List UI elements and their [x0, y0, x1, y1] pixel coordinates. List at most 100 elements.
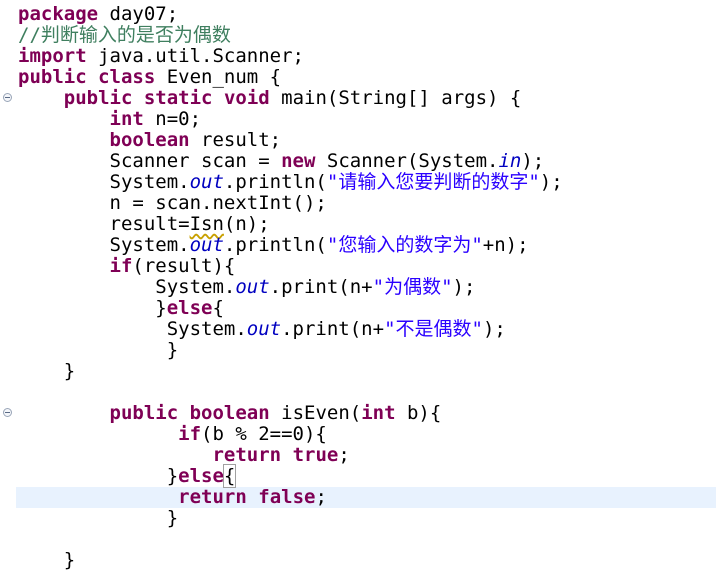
keyword: false — [258, 486, 316, 508]
code-text: +n); — [482, 234, 529, 256]
keyword: public — [109, 402, 179, 424]
code-text: main(String[] args) { — [269, 87, 522, 109]
keyword: return — [178, 486, 247, 508]
code-text: (n); — [223, 213, 270, 235]
keyword: true — [292, 444, 339, 466]
code-line[interactable]: System.out.println("请输入您要判断的数字"); — [18, 172, 563, 193]
code-line[interactable]: } — [18, 361, 75, 382]
code-line[interactable]: import java.util.Scanner; — [18, 46, 304, 67]
code-line[interactable]: Scanner scan = new Scanner(System.in); — [18, 150, 545, 172]
static-field: out — [189, 234, 224, 256]
keyword: new — [281, 150, 316, 172]
code-line[interactable]: boolean result; — [18, 129, 282, 151]
code-line[interactable]: } — [18, 340, 178, 361]
error-token: Isn — [189, 213, 224, 235]
code-text: .println( — [223, 171, 327, 193]
code-line[interactable]: //判断输入的是否为偶数 — [18, 25, 231, 46]
keyword: boolean — [109, 129, 190, 151]
code-text: ); — [452, 276, 476, 298]
code-text: { — [212, 297, 224, 319]
string-literal: "不是偶数" — [384, 318, 483, 340]
code-text: .print(n+ — [269, 276, 373, 298]
keyword: import — [18, 45, 87, 67]
code-line[interactable]: public boolean isEven(int b){ — [18, 402, 442, 424]
code-line[interactable]: int n=0; — [18, 108, 202, 130]
keyword: public — [18, 66, 87, 88]
code-text: b){ — [395, 402, 442, 424]
code-text: Scanner(System. — [315, 150, 499, 172]
keyword: if — [178, 423, 202, 445]
code-text: java.util.Scanner; — [86, 45, 304, 67]
keyword: int — [361, 402, 396, 424]
code-text: result= — [18, 213, 190, 235]
code-text: ); — [521, 150, 545, 172]
code-line[interactable]: return false; — [18, 487, 327, 508]
keyword: else — [178, 465, 224, 487]
code-line[interactable]: package day07; — [18, 4, 178, 25]
code-line[interactable]: return true; — [18, 444, 350, 466]
keyword: int — [109, 108, 144, 130]
code-text: System. — [18, 234, 190, 256]
code-text: (b % 2==0){ — [201, 423, 327, 445]
code-text: } — [18, 507, 179, 529]
keyword: boolean — [189, 402, 270, 424]
keyword: package — [18, 3, 99, 25]
code-line[interactable]: System.out.print(n+"不是偶数"); — [18, 319, 506, 340]
code-line[interactable]: public static void main(String[] args) { — [18, 87, 522, 109]
keyword: class — [98, 66, 156, 88]
code-text: } — [18, 360, 76, 382]
code-line[interactable]: }else{ — [18, 464, 237, 488]
code-text: } — [18, 339, 179, 361]
code-text: ; — [338, 444, 350, 466]
code-text: n = scan.nextInt(); — [18, 192, 327, 214]
static-field: in — [498, 150, 522, 172]
fold-collapse-icon[interactable] — [3, 408, 12, 417]
code-line[interactable]: if(b % 2==0){ — [18, 424, 327, 445]
code-text: ; — [315, 486, 327, 508]
code-line[interactable]: System.out.print(n+"为偶数"); — [18, 277, 475, 298]
code-line[interactable]: System.out.println("您输入的数字为"+n); — [18, 235, 529, 256]
code-line[interactable]: n = scan.nextInt(); — [18, 193, 327, 214]
code-text: ); — [482, 318, 506, 340]
string-literal: "请输入您要判断的数字" — [326, 171, 540, 193]
string-literal: "您输入的数字为" — [326, 234, 483, 256]
code-editor[interactable]: package day07;//判断输入的是否为偶数 import java.ut… — [0, 0, 716, 571]
code-text: ); — [539, 171, 563, 193]
keyword: if — [109, 255, 133, 277]
code-text: Even_num { — [155, 66, 282, 88]
code-line[interactable]: } — [18, 508, 178, 529]
static-field: out — [235, 276, 270, 298]
keyword: return — [212, 444, 282, 466]
keyword: static — [143, 87, 213, 109]
code-line[interactable]: if(result){ — [18, 255, 236, 277]
static-field: out — [189, 171, 224, 193]
string-literal: "为偶数" — [372, 276, 453, 298]
code-text: System. — [18, 276, 236, 298]
code-text: } — [18, 465, 179, 487]
code-text: System. — [18, 171, 190, 193]
code-line[interactable]: } — [18, 550, 75, 571]
code-line[interactable]: public class Even_num { — [18, 67, 281, 88]
fold-collapse-icon[interactable] — [3, 93, 12, 102]
code-text: (result){ — [132, 255, 236, 277]
code-line[interactable]: }else{ — [18, 298, 224, 319]
keyword: public — [63, 87, 133, 109]
keyword: void — [223, 87, 270, 109]
code-text: } — [18, 297, 167, 319]
code-text: day07; — [98, 3, 179, 25]
code-text: .println( — [223, 234, 327, 256]
code-line[interactable]: result=Isn(n); — [18, 214, 270, 235]
code-text: result; — [189, 129, 282, 151]
